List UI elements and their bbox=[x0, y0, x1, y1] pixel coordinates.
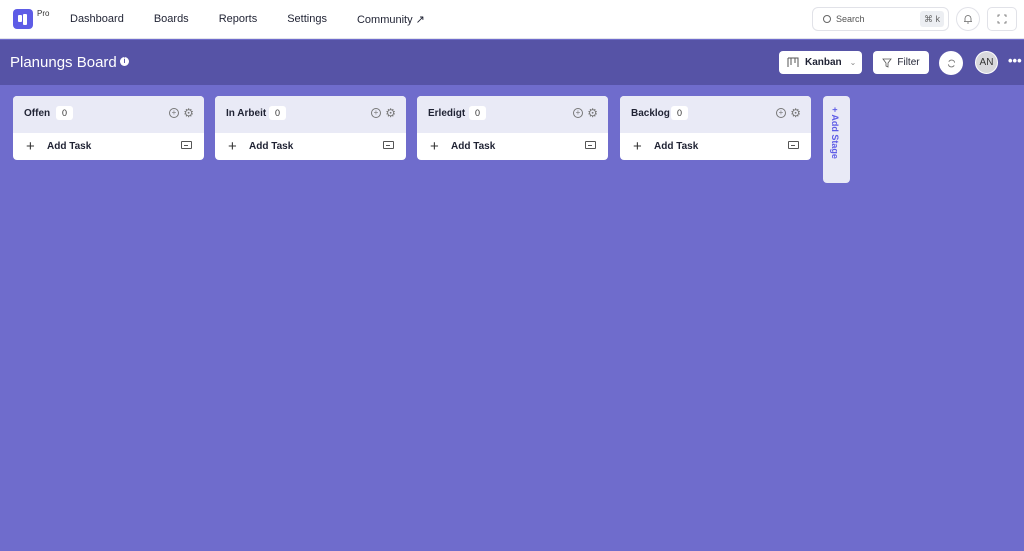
app-logo-icon[interactable] bbox=[13, 9, 33, 29]
nav-community[interactable]: Community ↗ bbox=[357, 13, 425, 26]
plus-icon: + bbox=[430, 138, 439, 155]
chevron-down-icon: ⌄ bbox=[849, 58, 857, 67]
add-circle-icon[interactable]: + bbox=[776, 108, 786, 118]
avatar[interactable]: AN bbox=[975, 51, 998, 74]
add-circle-icon[interactable]: + bbox=[573, 108, 583, 118]
add-task-label: Add Task bbox=[47, 141, 92, 152]
gear-icon[interactable]: ⚙ bbox=[385, 106, 396, 120]
view-selector-label: Kanban bbox=[805, 57, 842, 68]
search-icon bbox=[823, 15, 831, 23]
filter-button[interactable]: Filter bbox=[873, 51, 929, 74]
gear-icon[interactable]: ⚙ bbox=[790, 106, 801, 120]
stage-header: Offen 0 + ⚙ bbox=[13, 96, 204, 133]
stage-header: Backlog 0 + ⚙ bbox=[620, 96, 811, 133]
refresh-button[interactable] bbox=[939, 51, 963, 75]
card-icon[interactable] bbox=[383, 141, 394, 149]
plus-icon: + bbox=[228, 138, 237, 155]
add-stage-label: + Add Stage bbox=[830, 107, 840, 159]
nav-dashboard[interactable]: Dashboard bbox=[70, 13, 124, 26]
stage-count-badge: 0 bbox=[56, 106, 74, 120]
pro-badge: Pro bbox=[37, 9, 50, 18]
card-icon[interactable] bbox=[788, 141, 799, 149]
stage-column: Backlog 0 + ⚙ + Add Task bbox=[620, 96, 811, 160]
add-task-button[interactable]: + Add Task bbox=[13, 133, 204, 160]
add-stage-button[interactable]: + Add Stage bbox=[823, 96, 850, 183]
add-task-button[interactable]: + Add Task bbox=[417, 133, 608, 160]
board-title: Planungs Board bbox=[10, 54, 117, 71]
stage-count-badge: 0 bbox=[671, 106, 689, 120]
gear-icon[interactable]: ⚙ bbox=[587, 106, 598, 120]
add-task-label: Add Task bbox=[451, 141, 496, 152]
kanban-icon bbox=[787, 57, 799, 67]
bell-icon bbox=[964, 15, 972, 24]
top-navigation: Pro Dashboard Boards Reports Settings Co… bbox=[0, 0, 1024, 39]
stage-name: Offen bbox=[24, 108, 51, 119]
search-placeholder: Search bbox=[836, 14, 865, 24]
nav-reports[interactable]: Reports bbox=[219, 13, 258, 26]
notifications-button[interactable] bbox=[956, 7, 980, 31]
stage-name: In Arbeit bbox=[226, 108, 267, 119]
add-task-label: Add Task bbox=[249, 141, 294, 152]
nav-settings[interactable]: Settings bbox=[287, 13, 327, 26]
stage-count-badge: 0 bbox=[269, 106, 287, 120]
stage-name: Erledigt bbox=[428, 108, 466, 119]
board-header: Planungs Board i Kanban ⌄ Filter AN ••• bbox=[0, 40, 1024, 85]
add-task-label: Add Task bbox=[654, 141, 699, 152]
search-shortcut: ⌘ k bbox=[919, 11, 944, 27]
filter-label: Filter bbox=[897, 57, 920, 68]
stage-column: Erledigt 0 + ⚙ + Add Task bbox=[417, 96, 608, 160]
view-selector[interactable]: Kanban ⌄ bbox=[779, 51, 862, 74]
info-icon[interactable]: i bbox=[120, 57, 129, 66]
plus-icon: + bbox=[633, 138, 642, 155]
stage-header: Erledigt 0 + ⚙ bbox=[417, 96, 608, 133]
stage-name: Backlog bbox=[631, 108, 670, 119]
add-task-button[interactable]: + Add Task bbox=[620, 133, 811, 160]
refresh-icon bbox=[947, 59, 955, 67]
gear-icon[interactable]: ⚙ bbox=[183, 106, 194, 120]
card-icon[interactable] bbox=[181, 141, 192, 149]
more-options-icon[interactable]: ••• bbox=[1008, 53, 1022, 68]
nav-links: Dashboard Boards Reports Settings Commun… bbox=[70, 13, 455, 26]
plus-icon: + bbox=[26, 138, 35, 155]
filter-icon bbox=[882, 58, 893, 68]
add-task-button[interactable]: + Add Task bbox=[215, 133, 406, 160]
stage-count-badge: 0 bbox=[469, 106, 487, 120]
card-icon[interactable] bbox=[585, 141, 596, 149]
nav-boards[interactable]: Boards bbox=[154, 13, 189, 26]
add-circle-icon[interactable]: + bbox=[169, 108, 179, 118]
fullscreen-button[interactable] bbox=[987, 7, 1017, 31]
stage-header: In Arbeit 0 + ⚙ bbox=[215, 96, 406, 133]
add-circle-icon[interactable]: + bbox=[371, 108, 381, 118]
stage-column: Offen 0 + ⚙ + Add Task bbox=[13, 96, 204, 160]
stage-column: In Arbeit 0 + ⚙ + Add Task bbox=[215, 96, 406, 160]
search-input[interactable]: Search ⌘ k bbox=[812, 7, 949, 31]
expand-icon bbox=[997, 14, 1007, 24]
